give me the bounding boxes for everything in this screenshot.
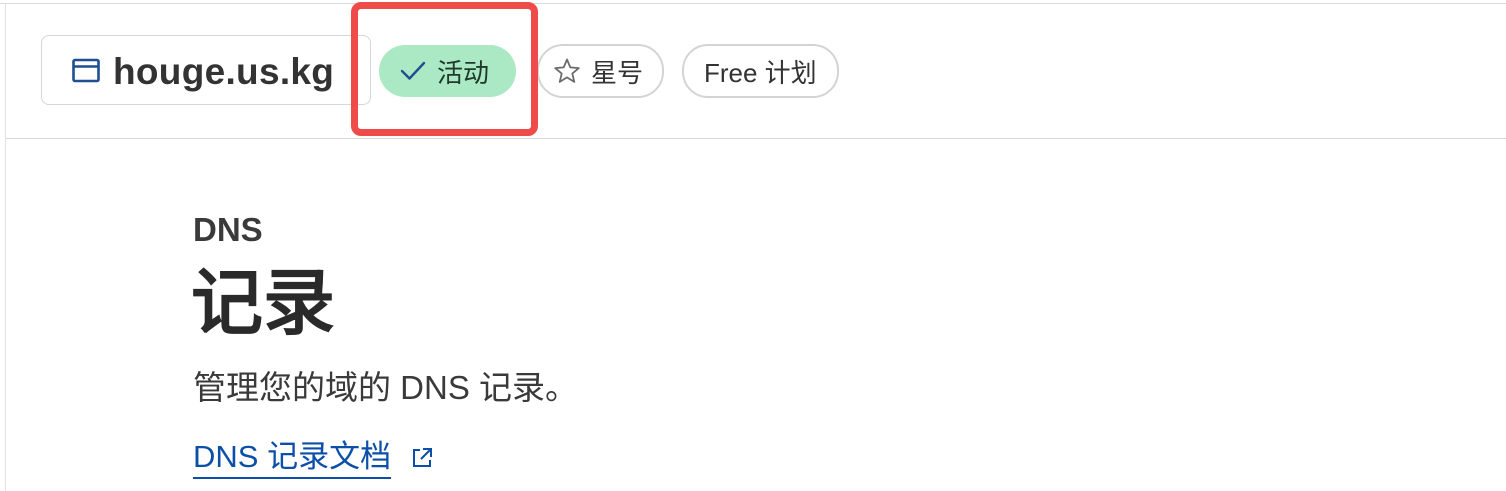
plan-label: Free 计划 (704, 57, 817, 88)
dns-docs-link[interactable]: DNS 记录文档 (193, 437, 392, 479)
star-label: 星号 (591, 57, 644, 88)
star-button[interactable]: 星号 (537, 44, 664, 98)
section-eyebrow: DNS (193, 211, 263, 248)
plan-badge[interactable]: Free 计划 (682, 44, 839, 98)
page-title: 记录 (191, 264, 336, 344)
domain-name: houge.us.kg (113, 51, 335, 92)
star-icon (554, 58, 580, 83)
page: houge.us.kg 活动 星号 Free 计划 DNS 记录 管理您的域的 … (0, 0, 1506, 491)
highlight-annotation (351, 2, 538, 136)
page-description: 管理您的域的 DNS 记录。 (193, 369, 579, 406)
external-link-icon[interactable] (410, 446, 434, 470)
browser-window-icon (72, 58, 100, 83)
